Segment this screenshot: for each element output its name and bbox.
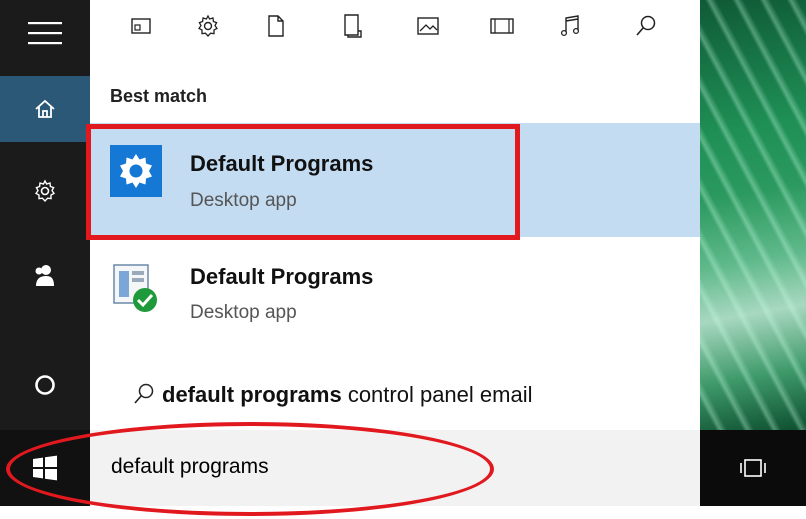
videos-filter[interactable] <box>482 6 522 46</box>
photo-icon <box>417 17 439 35</box>
desktop-wallpaper <box>700 0 806 430</box>
music-icon <box>560 15 580 37</box>
folders-filter[interactable] <box>333 6 373 46</box>
gear-icon <box>34 179 56 203</box>
home-icon <box>35 99 55 118</box>
cortana-icon <box>35 375 55 395</box>
document-icon <box>268 15 284 37</box>
start-rail <box>0 0 90 430</box>
annotation-highlight-box <box>86 124 520 240</box>
menu-button[interactable] <box>0 0 90 66</box>
documents-filter[interactable] <box>256 6 296 46</box>
apps-filter[interactable] <box>121 6 161 46</box>
result-default-programs-control-panel[interactable]: Default Programs Desktop app <box>90 237 700 353</box>
video-icon <box>490 18 514 34</box>
web-suggestion[interactable]: default programs control panel email <box>90 360 700 428</box>
hamburger-icon <box>28 22 62 45</box>
search-filter-bar <box>90 0 700 62</box>
suggestion-text: default programs control panel email <box>162 382 532 408</box>
music-filter[interactable] <box>551 6 591 46</box>
folder-icon <box>344 14 362 38</box>
search-icon <box>636 15 656 36</box>
people-icon <box>35 265 54 286</box>
default-programs-check-icon <box>113 264 157 312</box>
suggestion-rest: control panel email <box>341 382 533 407</box>
gear-icon <box>198 14 218 37</box>
result-subtitle: Desktop app <box>190 302 297 323</box>
best-match-heading: Best match <box>110 86 208 106</box>
task-view-icon <box>740 459 766 477</box>
web-filter[interactable] <box>626 6 666 46</box>
cortana-button[interactable] <box>0 352 90 418</box>
settings-button[interactable] <box>0 158 90 224</box>
task-view-button[interactable] <box>700 430 806 506</box>
search-icon <box>134 383 154 404</box>
suggestion-bold: default programs <box>162 382 342 407</box>
annotation-highlight-ellipse <box>6 422 494 516</box>
photos-filter[interactable] <box>408 6 448 46</box>
home-button[interactable] <box>0 76 90 142</box>
app-window-icon <box>131 18 151 34</box>
people-button[interactable] <box>0 242 90 308</box>
settings-filter[interactable] <box>188 6 228 46</box>
result-title: Default Programs <box>190 264 374 289</box>
